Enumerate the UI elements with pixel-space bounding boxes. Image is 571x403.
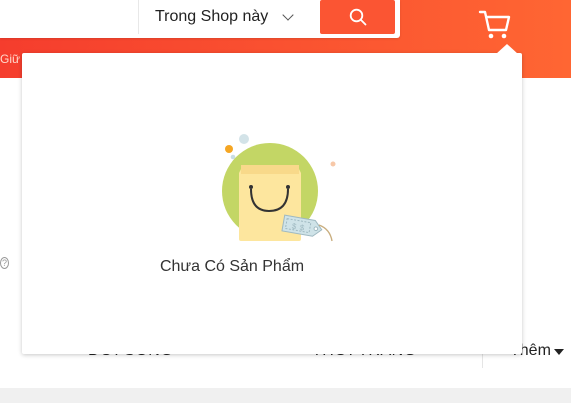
help-icon[interactable]: ? xyxy=(0,257,9,269)
footer-strip xyxy=(0,388,571,403)
caret-down-icon xyxy=(553,349,564,355)
popup-caret xyxy=(496,44,518,54)
search-button[interactable] xyxy=(320,0,395,34)
chevron-down-icon xyxy=(282,9,294,21)
search-box: Trong Shop này xyxy=(0,0,400,38)
cart-popup: $ $ Chưa Có Sản Phẩm xyxy=(22,44,522,354)
empty-cart-message: Chưa Có Sản Phẩm xyxy=(159,258,305,275)
cart-icon[interactable] xyxy=(478,8,512,40)
empty-cart-illustration: $ $ xyxy=(222,134,336,242)
search-scope-dropdown[interactable]: Trong Shop này xyxy=(138,0,316,34)
search-scope-label: Trong Shop này xyxy=(155,8,269,25)
search-icon xyxy=(349,8,366,26)
header-side-link[interactable]: Giữ xyxy=(0,52,20,66)
